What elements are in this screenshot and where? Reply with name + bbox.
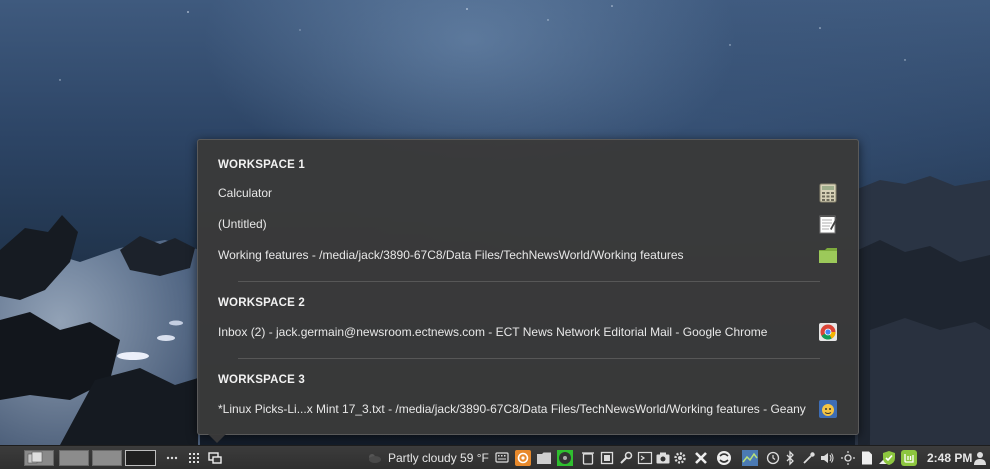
window-item-geany[interactable]: *Linux Picks-Li...x Mint 17_3.txt - /med… <box>212 396 844 422</box>
window-item-working-features[interactable]: Working features - /media/jack/3890-67C8… <box>212 242 844 268</box>
window-thumbnails-icon <box>27 451 43 464</box>
disk-burner-icon[interactable] <box>557 450 573 466</box>
workspace-switcher-2[interactable] <box>59 450 89 466</box>
popup-pointer <box>208 434 226 443</box>
software-manager-icon[interactable] <box>515 450 531 466</box>
workspace-switcher-4[interactable] <box>125 450 156 466</box>
taskbar: Partly cloudy 59 °F 2:48 PM <box>0 445 990 469</box>
clock-time[interactable]: 2:48 PM <box>927 451 972 465</box>
files-folder-icon[interactable] <box>536 450 552 466</box>
weather-text[interactable]: Partly cloudy 59 °F <box>388 451 489 465</box>
workspace-separator <box>238 281 820 282</box>
terminal-icon[interactable] <box>637 450 653 466</box>
window-title: Calculator <box>218 186 273 200</box>
window-item-chrome-inbox[interactable]: Inbox (2) - jack.germain@newsroom.ectnew… <box>212 319 844 345</box>
trash-icon[interactable] <box>580 450 596 466</box>
weather-cloud-icon[interactable] <box>366 450 382 466</box>
system-monitor-icon[interactable] <box>742 450 758 466</box>
geany-icon <box>819 400 837 418</box>
document-icon[interactable] <box>859 450 875 466</box>
workspace-window-list-popup: WORKSPACE 1 Calculator (Untitled) Workin… <box>197 139 859 435</box>
close-x-icon[interactable] <box>693 450 709 466</box>
more-dots-icon[interactable] <box>164 450 180 466</box>
folder-icon <box>819 248 837 263</box>
window-item-untitled[interactable]: (Untitled) <box>212 211 844 237</box>
settings-gear-icon[interactable] <box>672 450 688 466</box>
mint-menu-icon[interactable] <box>901 450 917 466</box>
workspace-1-heading: WORKSPACE 1 <box>218 159 305 171</box>
text-editor-icon <box>819 215 838 234</box>
app-grid-icon[interactable] <box>186 450 202 466</box>
window-title: Working features - /media/jack/3890-67C8… <box>218 248 684 262</box>
bluetooth-icon[interactable] <box>782 450 798 466</box>
volume-icon[interactable] <box>819 450 835 466</box>
calculator-icon <box>819 183 837 203</box>
brightness-icon[interactable] <box>840 450 856 466</box>
wrench-icon[interactable] <box>618 450 634 466</box>
window-list-icon[interactable] <box>207 450 223 466</box>
sync-icon[interactable] <box>716 450 732 466</box>
keyboard-icon[interactable] <box>494 450 510 466</box>
screenshot-tool-icon[interactable] <box>599 450 615 466</box>
shield-update-icon[interactable] <box>881 450 897 466</box>
workspace-switcher-1[interactable] <box>24 450 54 466</box>
workspace-3-heading: WORKSPACE 3 <box>218 374 305 386</box>
eyedropper-icon[interactable] <box>801 450 817 466</box>
workspace-2-heading: WORKSPACE 2 <box>218 297 305 309</box>
window-title: Inbox (2) - jack.germain@newsroom.ectnew… <box>218 325 768 339</box>
clock-timer-icon[interactable] <box>765 450 781 466</box>
window-title: *Linux Picks-Li...x Mint 17_3.txt - /med… <box>218 402 806 416</box>
workspace-switcher-3[interactable] <box>92 450 122 466</box>
window-title: (Untitled) <box>218 217 267 231</box>
camera-icon[interactable] <box>655 450 671 466</box>
user-icon[interactable] <box>972 450 988 466</box>
window-item-calculator[interactable]: Calculator <box>212 180 844 206</box>
workspace-separator <box>238 358 820 359</box>
chrome-icon <box>819 323 837 341</box>
